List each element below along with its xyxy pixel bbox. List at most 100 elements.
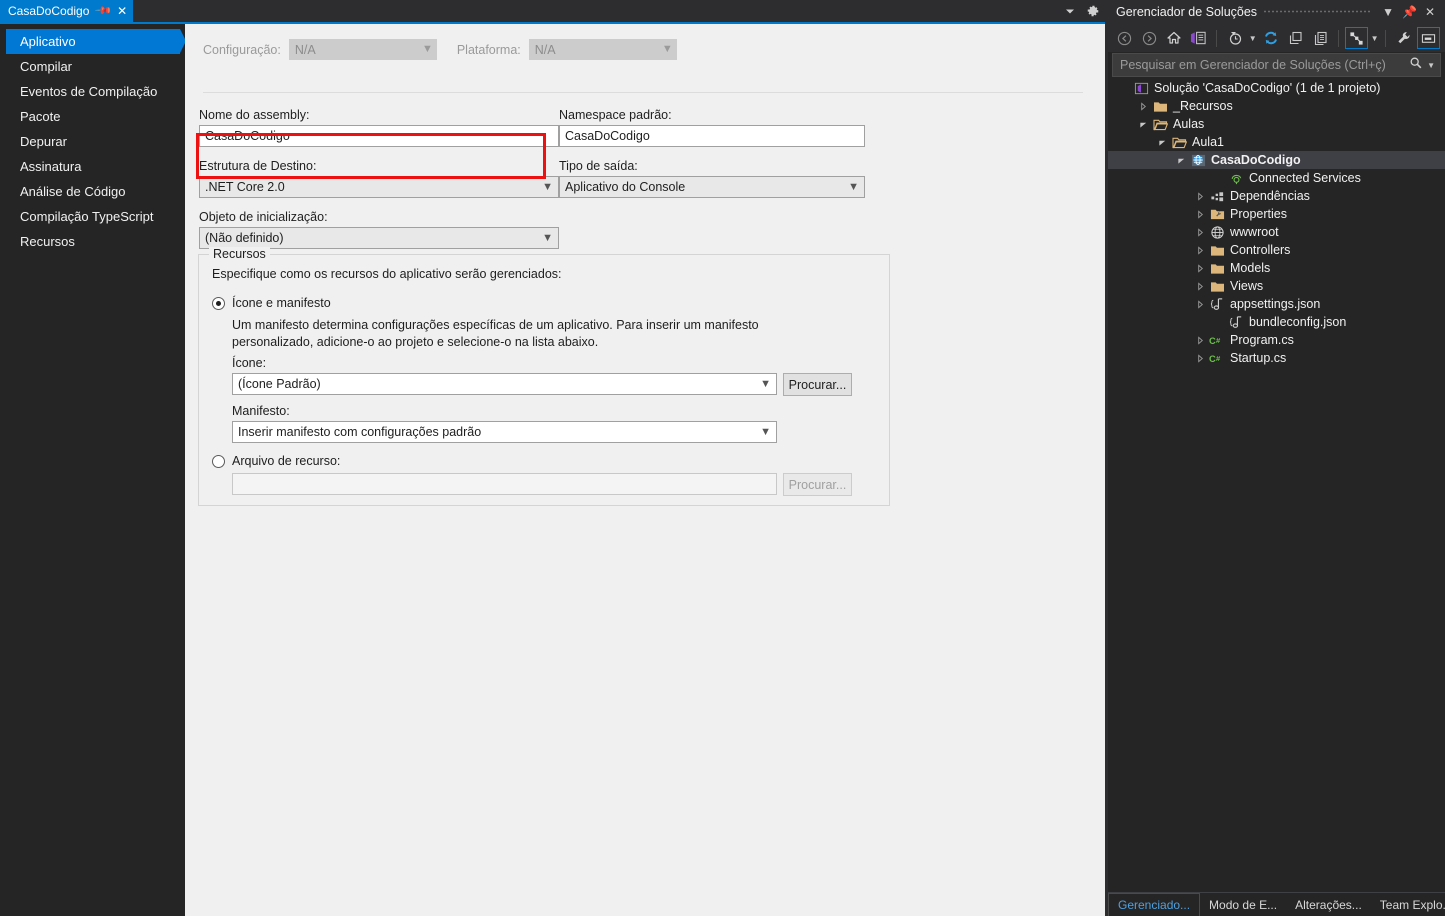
- forward-arrow-icon[interactable]: [1138, 27, 1161, 49]
- nav-item-recursos[interactable]: Recursos: [0, 229, 185, 254]
- expand-chevron-icon[interactable]: [1192, 191, 1208, 201]
- collapse-all-icon[interactable]: [1284, 27, 1307, 49]
- nav-item-analise-de-codigo[interactable]: Análise de Código: [0, 179, 185, 204]
- gear-icon[interactable]: [1086, 4, 1100, 18]
- chevron-down-icon[interactable]: [1064, 5, 1076, 17]
- tree-item-casadocodigo[interactable]: CasaDoCodigo: [1108, 151, 1445, 169]
- pin-icon[interactable]: 📌: [95, 2, 113, 20]
- tree-item-aulas[interactable]: Aulas: [1108, 115, 1445, 133]
- tree-item-label: _Recursos: [1173, 99, 1233, 113]
- collapse-chevron-icon[interactable]: [1173, 156, 1189, 165]
- close-icon[interactable]: ✕: [1421, 6, 1439, 18]
- radio-button-resource-file[interactable]: [212, 454, 225, 468]
- nav-item-pacote[interactable]: Pacote: [0, 104, 185, 129]
- nav-item-depurar[interactable]: Depurar: [0, 129, 185, 154]
- bottom-tab-alteracoes[interactable]: Alterações...: [1286, 893, 1371, 916]
- expand-chevron-icon[interactable]: [1135, 101, 1151, 111]
- chevron-down-icon[interactable]: ▼: [1248, 34, 1258, 43]
- tree-item-models[interactable]: Models: [1108, 259, 1445, 277]
- radio-icon-and-manifest[interactable]: Ícone e manifesto: [212, 296, 331, 310]
- tree-item-connected-services[interactable]: Connected Services: [1108, 169, 1445, 187]
- chevron-down-icon[interactable]: ▼: [1378, 6, 1398, 18]
- output-type-select[interactable]: Aplicativo do Console ▼: [559, 176, 865, 198]
- bottom-tab-team-explorer[interactable]: Team Explo...: [1371, 893, 1445, 916]
- manifest-select[interactable]: Inserir manifesto com configurações padr…: [232, 421, 777, 443]
- target-framework-select[interactable]: .NET Core 2.0 ▼: [199, 176, 559, 198]
- editor-tab-casadocodigo[interactable]: CasaDoCodigo 📌 ✕: [0, 0, 134, 22]
- tree-item-label: appsettings.json: [1230, 297, 1321, 311]
- search-placeholder: Pesquisar em Gerenciador de Soluções (Ct…: [1120, 58, 1386, 72]
- nav-item-eventos-de-compilacao[interactable]: Eventos de Compilação: [0, 79, 185, 104]
- tree-item-program-cs[interactable]: C # Program.cs: [1108, 331, 1445, 349]
- globe-icon: [1208, 225, 1226, 240]
- icon-browse-button[interactable]: Procurar...: [783, 373, 852, 396]
- preview-selected-items-icon[interactable]: [1417, 27, 1440, 49]
- tree-item-aula1[interactable]: Aula1: [1108, 133, 1445, 151]
- collapse-chevron-icon[interactable]: [1154, 138, 1170, 147]
- nav-item-compilacao-typescript[interactable]: Compilação TypeScript: [0, 204, 185, 229]
- refresh-icon[interactable]: [1260, 27, 1283, 49]
- tree-item-controllers[interactable]: Controllers: [1108, 241, 1445, 259]
- home-icon[interactable]: [1163, 27, 1186, 49]
- tree-item-startup-cs[interactable]: C # Startup.cs: [1108, 349, 1445, 367]
- solution-explorer-bottom-tabs: Gerenciado... Modo de E... Alterações...…: [1108, 892, 1445, 916]
- tree-item-label: wwwroot: [1230, 225, 1279, 239]
- collapse-chevron-icon[interactable]: [1135, 120, 1151, 129]
- tree-item-bundleconfig-json[interactable]: bundleconfig.json: [1108, 313, 1445, 331]
- tree-item-label: Controllers: [1230, 243, 1291, 257]
- radio-button-icon[interactable]: [212, 296, 225, 310]
- nav-item-compilar[interactable]: Compilar: [0, 54, 185, 79]
- tree-item-solu-o-casadocodigo-1-de-1-projeto[interactable]: Solução 'CasaDoCodigo' (1 de 1 projeto): [1108, 79, 1445, 97]
- back-arrow-icon[interactable]: [1113, 27, 1136, 49]
- chevron-down-icon[interactable]: ▼: [1370, 34, 1380, 43]
- expand-chevron-icon[interactable]: [1192, 263, 1208, 273]
- show-all-files-icon[interactable]: [1309, 27, 1332, 49]
- chevron-down-icon[interactable]: ▼: [1427, 61, 1435, 70]
- tree-item-label: Dependências: [1230, 189, 1310, 203]
- drag-handle[interactable]: [1263, 0, 1372, 24]
- expand-chevron-icon[interactable]: [1192, 209, 1208, 219]
- startup-object-select[interactable]: (Não definido) ▼: [199, 227, 559, 249]
- tree-item-appsettings-json[interactable]: appsettings.json: [1108, 295, 1445, 313]
- search-icon[interactable]: [1409, 56, 1423, 75]
- output-type-field: Tipo de saída: Aplicativo do Console ▼: [559, 159, 865, 198]
- radio-resource-file[interactable]: Arquivo de recurso:: [212, 454, 340, 468]
- nav-item-label: Análise de Código: [20, 184, 126, 199]
- expand-chevron-icon[interactable]: [1192, 245, 1208, 255]
- expand-chevron-icon[interactable]: [1192, 335, 1208, 345]
- divider: [203, 92, 1083, 93]
- resource-browse-button: Procurar...: [783, 473, 852, 496]
- sync-with-active-document-icon[interactable]: [1344, 27, 1368, 49]
- expand-chevron-icon[interactable]: [1192, 281, 1208, 291]
- expand-chevron-icon[interactable]: [1192, 227, 1208, 237]
- pin-icon[interactable]: 📌: [1398, 6, 1421, 18]
- bottom-tab-modo-de-exibicao[interactable]: Modo de E...: [1200, 893, 1286, 916]
- expand-chevron-icon[interactable]: [1192, 353, 1208, 363]
- solution-explorer-search-input[interactable]: Pesquisar em Gerenciador de Soluções (Ct…: [1112, 53, 1441, 77]
- bottom-tab-gerenciador[interactable]: Gerenciado...: [1108, 893, 1201, 916]
- assembly-name-input[interactable]: CasaDoCodigo: [199, 125, 559, 147]
- solution-explorer-view-icon[interactable]: [1187, 27, 1210, 49]
- resource-file-input: [232, 473, 777, 495]
- tree-item-views[interactable]: Views: [1108, 277, 1445, 295]
- nav-item-label: Aplicativo: [20, 34, 76, 49]
- chevron-down-icon: ▼: [542, 180, 553, 193]
- nav-item-assinatura[interactable]: Assinatura: [0, 154, 185, 179]
- json-file-icon: [1227, 315, 1245, 330]
- tree-item-label: Models: [1230, 261, 1271, 275]
- tree-item-recursos[interactable]: _Recursos: [1108, 97, 1445, 115]
- svg-text:#: #: [1216, 354, 1221, 363]
- close-icon[interactable]: ✕: [117, 5, 127, 17]
- tree-item-wwwroot[interactable]: wwwroot: [1108, 223, 1445, 241]
- svg-text:C: C: [1209, 353, 1216, 364]
- properties-icon[interactable]: [1392, 27, 1415, 49]
- default-namespace-input[interactable]: CasaDoCodigo: [559, 125, 865, 147]
- pending-changes-icon[interactable]: [1223, 27, 1246, 49]
- nav-item-aplicativo[interactable]: Aplicativo: [0, 29, 186, 54]
- icon-select[interactable]: (Ícone Padrão) ▼: [232, 373, 777, 395]
- tree-item-properties[interactable]: Properties: [1108, 205, 1445, 223]
- tree-item-depend-ncias[interactable]: Dependências: [1108, 187, 1445, 205]
- expand-chevron-icon[interactable]: [1192, 299, 1208, 309]
- configuration-select: N/A ▼: [288, 39, 437, 60]
- chevron-down-icon: ▼: [421, 43, 433, 55]
